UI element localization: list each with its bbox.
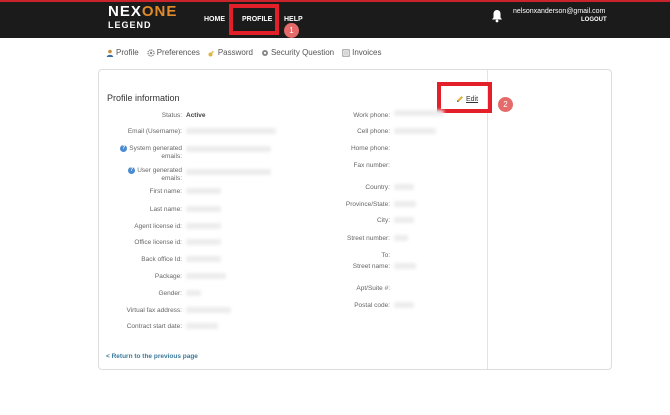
pencil-icon — [457, 96, 463, 102]
logo-subtitle: LEGEND — [108, 20, 152, 30]
label-status: Status: — [161, 112, 182, 119]
invoice-icon — [342, 48, 350, 57]
value-first-name-redacted — [186, 188, 221, 194]
label-contract-start: Contract start date: — [126, 323, 182, 330]
value-virtual-fax-redacted — [186, 307, 231, 313]
value-cell-phone-redacted — [394, 128, 436, 134]
label-office-license: Office license id: — [134, 239, 182, 246]
label-work-phone: Work phone: — [353, 112, 390, 119]
label-fax: Fax number: — [353, 162, 391, 169]
security-gear-icon — [261, 49, 268, 56]
label-street-name: Street name: — [352, 263, 390, 270]
help-icon[interactable]: ? — [120, 145, 128, 152]
step-badge-2: 2 — [498, 97, 513, 112]
help-icon[interactable]: ? — [128, 167, 136, 174]
edit-profile-button[interactable]: Edit — [456, 95, 478, 103]
value-street-name-redacted — [394, 263, 416, 269]
value-last-name-redacted — [186, 206, 221, 212]
label-city: City: — [377, 217, 390, 224]
gear-icon — [146, 48, 155, 57]
label-system-emails: ? System generated emails: — [120, 145, 182, 160]
label-email: Email (Username): — [127, 128, 182, 135]
label-to: To: — [381, 252, 390, 259]
subnav-password[interactable]: Password — [208, 48, 253, 57]
subnav-security-question[interactable]: Security Question — [261, 48, 334, 57]
user-icon — [106, 49, 114, 57]
value-country-redacted — [394, 184, 414, 190]
label-gender: Gender: — [158, 290, 183, 297]
label-apt: Apt/Suite #: — [356, 285, 390, 292]
panel-divider — [487, 70, 488, 369]
value-status: Active — [186, 112, 206, 119]
label-last-name: Last name: — [149, 206, 182, 213]
value-province-redacted — [394, 201, 416, 207]
edit-label: Edit — [466, 95, 479, 103]
brand-logo[interactable]: NEXONE LEGEND — [108, 4, 177, 30]
label-street-number: Street number: — [347, 235, 390, 242]
label-back-office: Back office Id: — [141, 256, 182, 263]
value-postal-redacted — [394, 302, 414, 308]
notification-bell-icon[interactable] — [491, 9, 503, 23]
label-cell-phone: Cell phone: — [357, 128, 390, 135]
label-agent-license: Agent license id: — [134, 223, 182, 230]
label-province: Province/State: — [345, 201, 390, 208]
profile-subnav: Profile Preferences Password Security Qu… — [106, 48, 381, 57]
label-package: Package: — [154, 273, 182, 280]
subnav-profile-label: Profile — [116, 48, 139, 57]
label-postal: Postal code: — [354, 302, 390, 309]
subnav-preferences-label: Preferences — [156, 48, 200, 57]
return-previous-link[interactable]: < Return to the previous page — [106, 353, 198, 360]
logo-text-nex: NEX — [108, 3, 142, 20]
value-system-emails-redacted — [186, 146, 271, 152]
top-navigation-bar — [0, 0, 670, 38]
value-package-redacted — [186, 273, 226, 279]
value-gender-redacted — [186, 290, 201, 296]
subnav-invoices[interactable]: Invoices — [342, 48, 381, 57]
logo-text-one: ONE — [141, 3, 178, 20]
value-email-redacted — [186, 128, 276, 134]
label-country: Country: — [365, 184, 390, 191]
nav-help[interactable]: HELP — [284, 16, 303, 23]
label-home-phone: Home phone: — [350, 145, 390, 152]
step-badge-1: 1 — [284, 23, 299, 38]
logout-link[interactable]: LOGOUT — [581, 17, 607, 23]
subnav-preferences[interactable]: Preferences — [146, 48, 200, 57]
subnav-password-label: Password — [217, 48, 253, 57]
subnav-invoices-label: Invoices — [352, 48, 382, 57]
label-user-emails: ? User generated emails: — [128, 167, 182, 182]
value-street-number-redacted — [394, 235, 408, 241]
highlight-box-profile — [229, 4, 279, 35]
value-back-office-redacted — [186, 256, 221, 262]
value-office-license-redacted — [186, 239, 221, 245]
value-city-redacted — [394, 217, 414, 223]
value-contract-start-redacted — [186, 323, 218, 329]
value-work-phone-redacted — [394, 110, 444, 116]
subnav-security-label: Security Question — [270, 48, 335, 57]
value-user-emails-redacted — [186, 169, 271, 175]
user-email: nelsonxanderson@gmail.com — [513, 8, 606, 15]
subnav-profile[interactable]: Profile — [106, 48, 139, 57]
nav-home[interactable]: HOME — [204, 16, 225, 23]
panel-title: Profile information — [107, 93, 180, 103]
value-agent-license-redacted — [186, 223, 221, 229]
label-virtual-fax: Virtual fax address: — [126, 307, 182, 314]
key-icon — [208, 50, 214, 56]
label-first-name: First name: — [149, 188, 182, 195]
